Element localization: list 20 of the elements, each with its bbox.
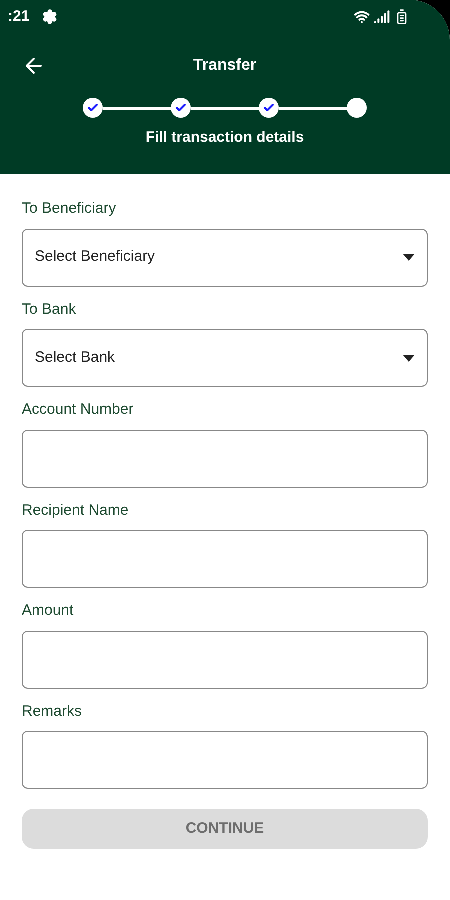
- step-caption: Fill transaction details: [146, 129, 304, 146]
- wifi-icon: [354, 9, 370, 25]
- input-field[interactable]: [22, 630, 428, 688]
- field-label: To Beneficiary: [22, 199, 118, 219]
- field-label: Account Number: [22, 400, 135, 420]
- signal-icon: [374, 9, 390, 25]
- field-label: To Bank: [22, 300, 78, 320]
- dropdown-caret-icon: [403, 254, 415, 261]
- field-label: Amount: [22, 601, 75, 621]
- input-field[interactable]: [22, 430, 428, 488]
- header-title: Transfer: [193, 56, 257, 76]
- input-field[interactable]: [22, 731, 428, 789]
- dropdown-field[interactable]: Select Beneficiary: [22, 228, 428, 286]
- dropdown-caret-icon: [403, 354, 415, 362]
- settings-icon: [42, 9, 58, 25]
- input-field[interactable]: [22, 530, 428, 588]
- field-label: Recipient Name: [22, 500, 130, 520]
- status-time: :21: [8, 6, 30, 27]
- field-label: Remarks: [22, 702, 84, 722]
- dropdown-field[interactable]: Select Bank: [22, 329, 428, 387]
